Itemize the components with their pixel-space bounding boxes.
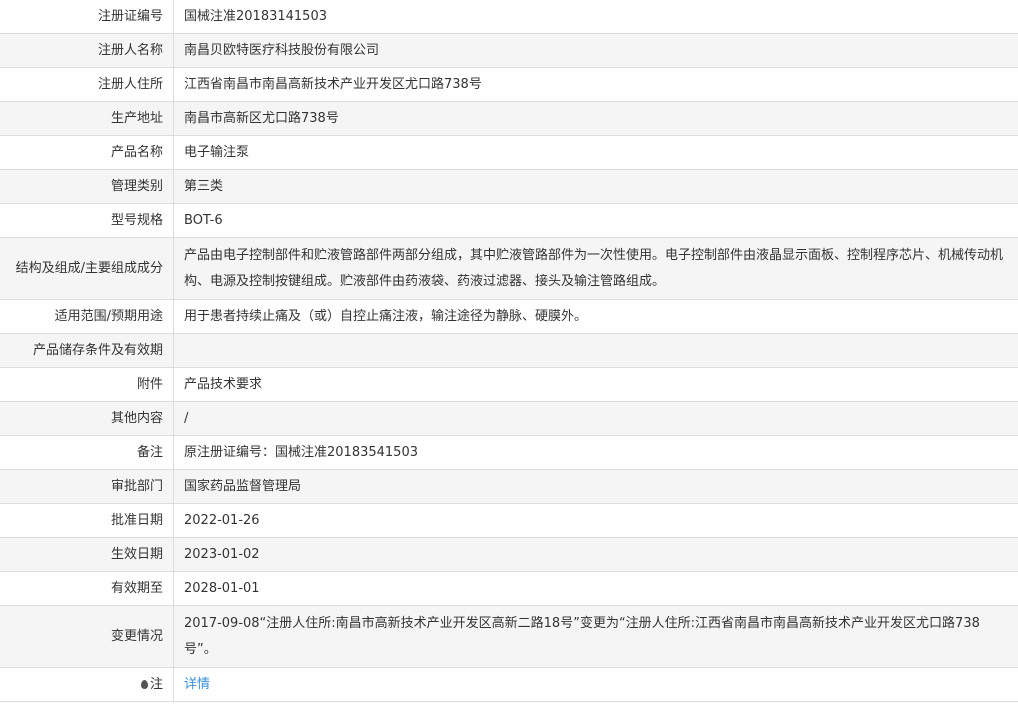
- row-value: /: [173, 401, 1018, 436]
- row-label: 适用范围/预期用途: [0, 299, 174, 334]
- table-row: 注册人名称 南昌贝欧特医疗科技股份有限公司: [0, 33, 1018, 68]
- table-row: 管理类别 第三类: [0, 169, 1018, 204]
- row-label: 生产地址: [0, 101, 174, 136]
- table-row: 生产地址 南昌市高新区尤口路738号: [0, 101, 1018, 136]
- details-link[interactable]: 详情: [184, 677, 210, 692]
- note-label-cell: 注: [0, 667, 174, 702]
- row-value: 南昌市高新区尤口路738号: [173, 101, 1018, 136]
- row-label: 有效期至: [0, 571, 174, 606]
- registration-table: 注册证编号 国械注准20183141503 注册人名称 南昌贝欧特医疗科技股份有限公司…: [0, 0, 1018, 702]
- row-label: 批准日期: [0, 503, 174, 538]
- table-row: 变更情况 2017-09-08“注册人住所:南昌市高新技术产业开发区高新二路18号…: [0, 605, 1018, 668]
- table-row: 备注 原注册证编号：国械注准20183541503: [0, 435, 1018, 470]
- row-value: 国家药品监督管理局: [173, 469, 1018, 504]
- note-label: 注: [149, 676, 163, 692]
- table-row: 有效期至 2028-01-01: [0, 571, 1018, 606]
- table-row: 结构及组成/主要组成成分 产品由电子控制部件和贮液管路部件两部分组成，其中贮液管路…: [0, 237, 1018, 300]
- table-row: 产品名称 电子输注泵: [0, 135, 1018, 170]
- row-label: 注册人名称: [0, 33, 174, 68]
- note-row: 注 详情: [0, 667, 1018, 702]
- row-label: 附件: [0, 367, 174, 402]
- row-label: 生效日期: [0, 537, 174, 572]
- row-label: 管理类别: [0, 169, 174, 204]
- table-row: 型号规格 BOT-6: [0, 203, 1018, 238]
- row-label: 注册证编号: [0, 0, 174, 34]
- row-label: 审批部门: [0, 469, 174, 504]
- row-value: 国械注准20183141503: [173, 0, 1018, 34]
- row-label: 变更情况: [0, 605, 174, 668]
- row-value: 用于患者持续止痛及（或）自控止痛注液，输注途径为静脉、硬膜外。: [173, 299, 1018, 334]
- pin-icon: [140, 679, 148, 689]
- table-row: 批准日期 2022-01-26: [0, 503, 1018, 538]
- row-label: 备注: [0, 435, 174, 470]
- row-label: 产品储存条件及有效期: [0, 333, 174, 368]
- row-value: [173, 333, 1018, 368]
- table-row: 其他内容 /: [0, 401, 1018, 436]
- row-value: 原注册证编号：国械注准20183541503: [173, 435, 1018, 470]
- row-label: 注册人住所: [0, 67, 174, 102]
- row-value: 2022-01-26: [173, 503, 1018, 538]
- table-row: 注册人住所 江西省南昌市南昌高新技术产业开发区尤口路738号: [0, 67, 1018, 102]
- row-value: 江西省南昌市南昌高新技术产业开发区尤口路738号: [173, 67, 1018, 102]
- row-label: 结构及组成/主要组成成分: [0, 237, 174, 300]
- row-value: 2028-01-01: [173, 571, 1018, 606]
- row-value: 2017-09-08“注册人住所:南昌市高新技术产业开发区高新二路18号”变更为…: [173, 605, 1018, 668]
- row-label: 产品名称: [0, 135, 174, 170]
- row-value: BOT-6: [173, 203, 1018, 238]
- row-value: 2023-01-02: [173, 537, 1018, 572]
- row-value: 产品由电子控制部件和贮液管路部件两部分组成，其中贮液管路部件为一次性使用。电子控…: [173, 237, 1018, 300]
- table-row: 适用范围/预期用途 用于患者持续止痛及（或）自控止痛注液，输注途径为静脉、硬膜外。: [0, 299, 1018, 334]
- row-label: 型号规格: [0, 203, 174, 238]
- row-label: 其他内容: [0, 401, 174, 436]
- row-value: 南昌贝欧特医疗科技股份有限公司: [173, 33, 1018, 68]
- row-value: 产品技术要求: [173, 367, 1018, 402]
- row-value: 第三类: [173, 169, 1018, 204]
- table-row: 注册证编号 国械注准20183141503: [0, 0, 1018, 34]
- table-row: 产品储存条件及有效期: [0, 333, 1018, 368]
- row-value: 电子输注泵: [173, 135, 1018, 170]
- table-row: 附件 产品技术要求: [0, 367, 1018, 402]
- table-row: 审批部门 国家药品监督管理局: [0, 469, 1018, 504]
- table-row: 生效日期 2023-01-02: [0, 537, 1018, 572]
